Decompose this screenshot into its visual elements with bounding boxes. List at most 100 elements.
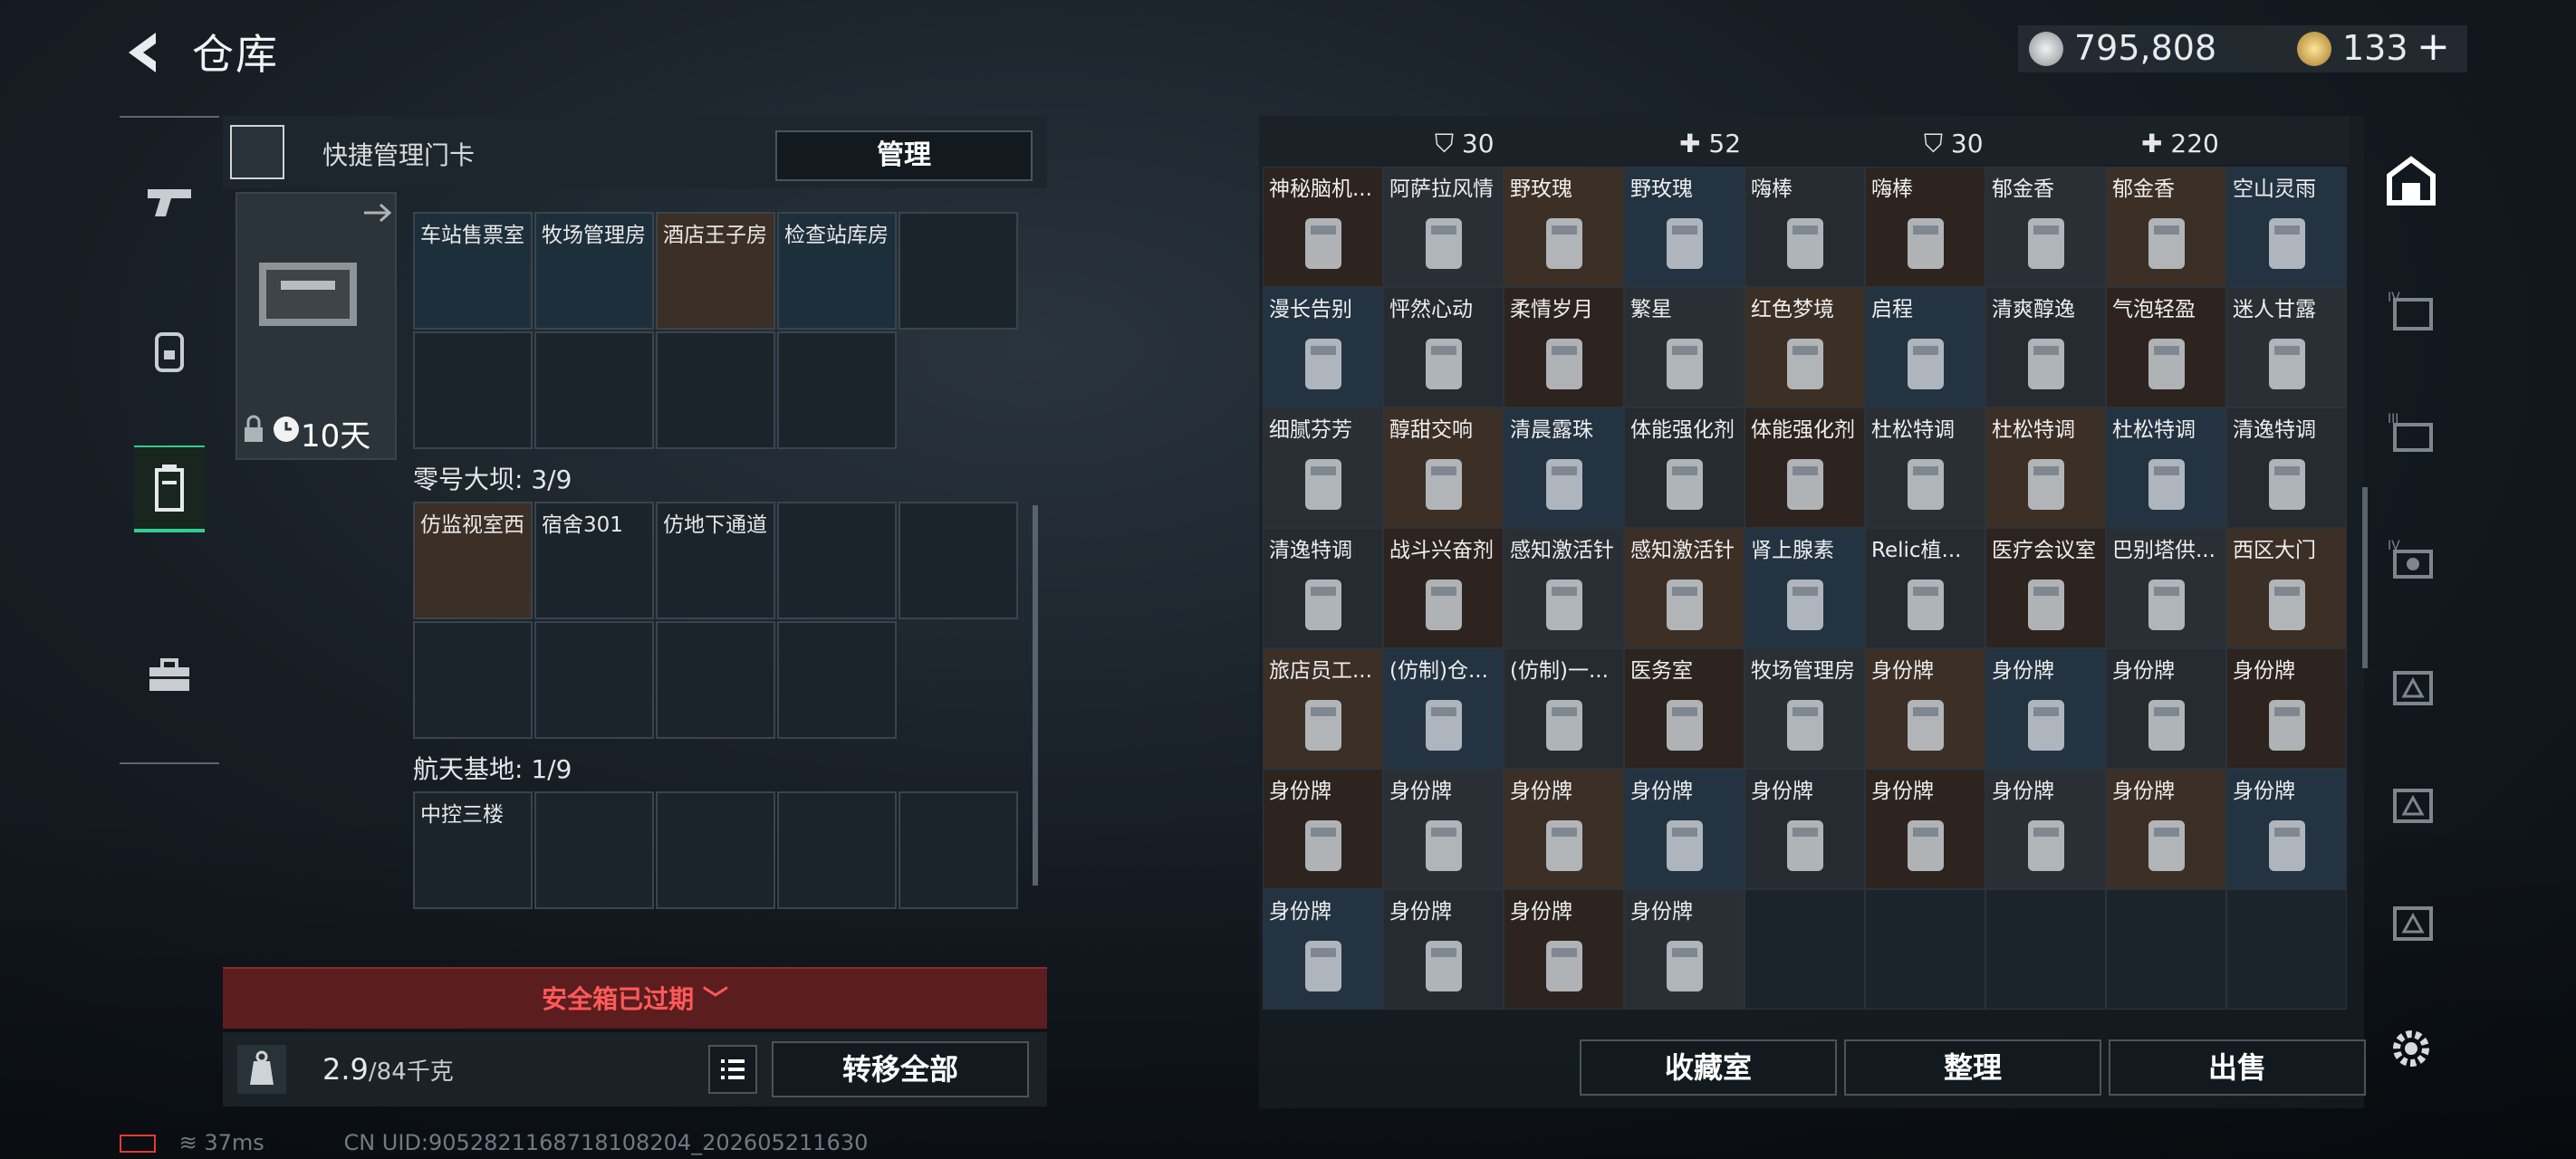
inventory-item[interactable]: 身份牌 <box>1865 648 1985 769</box>
empty-slot[interactable] <box>2226 889 2347 1010</box>
inventory-item[interactable]: 神秘脑机... <box>1263 167 1383 287</box>
storage-tab-3[interactable]: III <box>2366 388 2456 478</box>
inventory-item[interactable]: 迷人甘露 <box>2226 287 2347 407</box>
empty-slot[interactable] <box>1985 889 2106 1010</box>
inventory-item[interactable]: 战斗兴奋剂 <box>1383 528 1504 648</box>
inventory-item[interactable]: 细腻芬芳 <box>1263 407 1383 528</box>
settings-icon[interactable] <box>2366 1003 2456 1094</box>
inventory-item[interactable]: 嗨棒 <box>1865 167 1985 287</box>
weapon-tab[interactable] <box>134 167 205 237</box>
empty-slot[interactable] <box>1865 889 1985 1010</box>
inventory-item[interactable]: 身份牌 <box>1263 769 1383 889</box>
storage-tab-4[interactable]: IV <box>2366 266 2456 357</box>
inventory-item[interactable]: 肾上腺素 <box>1745 528 1865 648</box>
empty-slot[interactable] <box>777 791 897 909</box>
storage-tab-6[interactable] <box>2366 876 2456 967</box>
inventory-item[interactable]: 气泡轻盈 <box>2106 287 2226 407</box>
transfer-all-button[interactable]: 转移全部 <box>772 1041 1029 1097</box>
keycard-slot[interactable]: 仿监视室西 <box>413 502 533 619</box>
inventory-item[interactable]: 感知激活针 <box>1624 528 1745 648</box>
inventory-item[interactable]: 清逸特调 <box>2226 407 2347 528</box>
empty-slot[interactable] <box>2106 889 2226 1010</box>
gear-tab[interactable] <box>134 315 205 386</box>
inventory-item[interactable]: 身份牌 <box>2226 648 2347 769</box>
inventory-item[interactable]: 身份牌 <box>1504 889 1624 1010</box>
manage-button[interactable]: 管理 <box>775 130 1033 181</box>
empty-slot[interactable] <box>899 212 1018 330</box>
expired-banner[interactable]: 安全箱已过期 ﹀ <box>223 967 1047 1029</box>
inventory-item[interactable]: 身份牌 <box>2106 648 2226 769</box>
empty-slot[interactable] <box>777 621 897 739</box>
inventory-item[interactable]: 清逸特调 <box>1263 528 1383 648</box>
list-icon[interactable] <box>708 1045 757 1094</box>
storage-tab-5[interactable] <box>2366 759 2456 849</box>
inventory-item[interactable]: (仿制)仓... <box>1383 648 1504 769</box>
inventory-item[interactable]: 郁金香 <box>1985 167 2106 287</box>
empty-slot[interactable] <box>413 621 533 739</box>
inventory-item[interactable]: 阿萨拉风情 <box>1383 167 1504 287</box>
empty-slot[interactable] <box>777 502 897 619</box>
inventory-item[interactable]: 身份牌 <box>1383 769 1504 889</box>
scrollbar[interactable] <box>1033 505 1038 886</box>
inventory-item[interactable]: 身份牌 <box>1745 769 1865 889</box>
inventory-item[interactable]: 身份牌 <box>2106 769 2226 889</box>
empty-slot[interactable] <box>656 791 775 909</box>
scrollbar[interactable] <box>2362 487 2368 668</box>
keycard-slot[interactable]: 车站售票室 <box>413 212 533 330</box>
empty-slot[interactable] <box>534 331 654 449</box>
keycard-slot[interactable]: 牧场管理房 <box>534 212 654 330</box>
keycard-slot[interactable]: 酒店王子房 <box>656 212 775 330</box>
inventory-item[interactable]: 身份牌 <box>1383 889 1504 1010</box>
keycard-tab[interactable] <box>134 445 205 532</box>
keycard-slot[interactable]: 仿地下通道 <box>656 502 775 619</box>
empty-slot[interactable] <box>534 791 654 909</box>
empty-slot[interactable] <box>656 621 775 739</box>
inventory-item[interactable]: 身份牌 <box>1865 769 1985 889</box>
inventory-item[interactable]: 郁金香 <box>2106 167 2226 287</box>
inventory-item[interactable]: 身份牌 <box>1624 889 1745 1010</box>
inventory-item[interactable]: (仿制)一... <box>1504 648 1624 769</box>
inventory-item[interactable]: 启程 <box>1865 287 1985 407</box>
empty-slot[interactable] <box>534 621 654 739</box>
inventory-item[interactable]: 体能强化剂 <box>1624 407 1745 528</box>
inventory-item[interactable]: 身份牌 <box>1985 769 2106 889</box>
inventory-item[interactable]: 身份牌 <box>1624 769 1745 889</box>
empty-slot[interactable] <box>899 791 1018 909</box>
empty-slot[interactable] <box>1745 889 1865 1010</box>
keycard-slot[interactable]: 宿舍301 <box>534 502 654 619</box>
inventory-item[interactable]: 身份牌 <box>1504 769 1624 889</box>
inventory-item[interactable]: 漫长告别 <box>1263 287 1383 407</box>
sort-button[interactable]: 整理 <box>1844 1039 2101 1096</box>
add-currency-button[interactable]: + <box>2417 24 2450 70</box>
empty-slot[interactable] <box>777 331 897 449</box>
back-icon[interactable] <box>120 27 170 78</box>
inventory-item[interactable]: 西区大门 <box>2226 528 2347 648</box>
inventory-item[interactable]: 医务室 <box>1624 648 1745 769</box>
inventory-item[interactable]: 身份牌 <box>2226 769 2347 889</box>
inventory-item[interactable]: 杜松特调 <box>1985 407 2106 528</box>
inventory-item[interactable]: 清爽醇逸 <box>1985 287 2106 407</box>
inventory-item[interactable]: 红色梦境 <box>1745 287 1865 407</box>
inventory-item[interactable]: 繁星 <box>1624 287 1745 407</box>
secure-case-card[interactable]: 10天 <box>235 192 397 460</box>
sell-button[interactable]: 出售 <box>2109 1039 2366 1096</box>
inventory-item[interactable]: 空山灵雨 <box>2226 167 2347 287</box>
inventory-item[interactable]: 野玫瑰 <box>1504 167 1624 287</box>
inventory-item[interactable]: 杜松特调 <box>1865 407 1985 528</box>
empty-slot[interactable] <box>413 331 533 449</box>
inventory-item[interactable]: 牧场管理房 <box>1745 648 1865 769</box>
keycard-slot[interactable]: 中控三楼 <box>413 791 533 909</box>
keycard-slot[interactable]: 检查站库房 <box>777 212 897 330</box>
empty-slot[interactable] <box>656 331 775 449</box>
inventory-item[interactable]: 嗨棒 <box>1745 167 1865 287</box>
empty-slot[interactable] <box>899 502 1018 619</box>
warehouse-home-tab[interactable] <box>2366 136 2456 226</box>
inventory-item[interactable]: Relic植... <box>1865 528 1985 648</box>
inventory-item[interactable]: 野玫瑰 <box>1624 167 1745 287</box>
inventory-item[interactable]: 体能强化剂 <box>1745 407 1865 528</box>
storage-tab-2[interactable] <box>2366 641 2456 732</box>
toolbox-tab[interactable] <box>134 641 205 712</box>
inventory-item[interactable]: 柔情岁月 <box>1504 287 1624 407</box>
inventory-item[interactable]: 身份牌 <box>1985 648 2106 769</box>
inventory-item[interactable]: 旅店员工... <box>1263 648 1383 769</box>
